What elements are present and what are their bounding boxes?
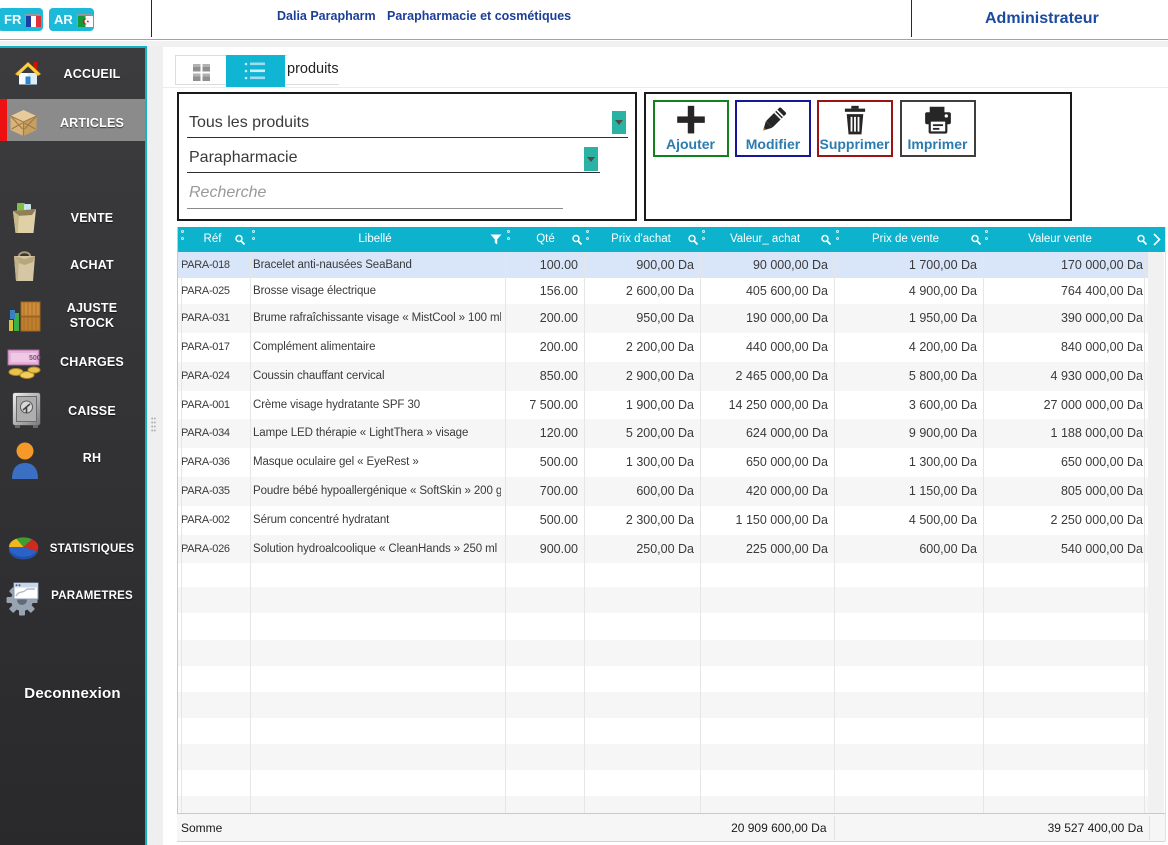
svg-text:500: 500 [29,355,41,362]
